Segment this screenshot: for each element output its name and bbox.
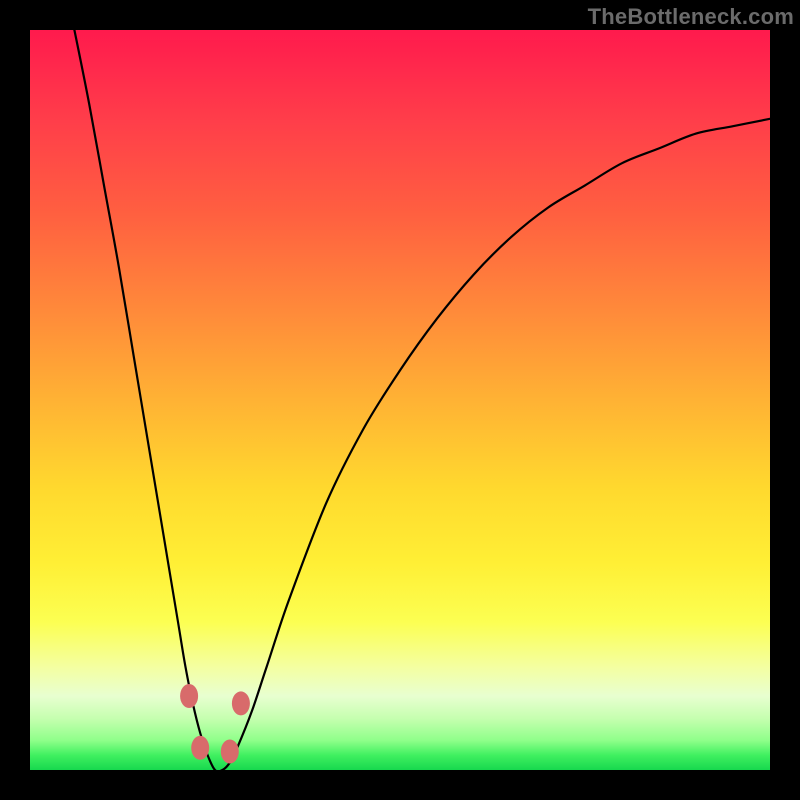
trough-dot-left-lower (191, 736, 209, 760)
curve-layer (30, 30, 770, 770)
trough-dot-right-upper (232, 691, 250, 715)
trough-dots-group (180, 684, 250, 764)
chart-frame: TheBottleneck.com (0, 0, 800, 800)
trough-dot-left-upper (180, 684, 198, 708)
bottleneck-curve (74, 30, 770, 770)
watermark-text: TheBottleneck.com (588, 4, 794, 30)
trough-dot-right-lower (221, 740, 239, 764)
plot-area (30, 30, 770, 770)
